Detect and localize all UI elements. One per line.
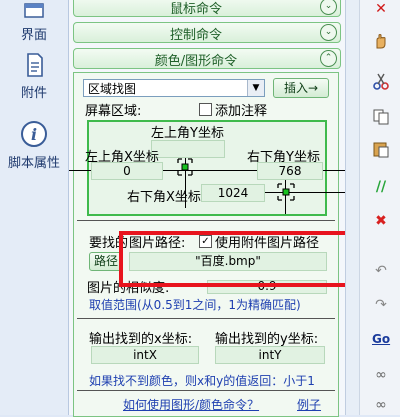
close-red-icon[interactable]: ✕ [372, 0, 390, 18]
sidebar-item-label: 附件 [20, 86, 47, 101]
svg-text:i: i [31, 125, 37, 144]
top-left-y-label: 左上角Y坐标 [151, 126, 224, 141]
sidebar-item-script-properties[interactable]: i 脚本属性 [0, 120, 68, 171]
output-y-input[interactable]: intY [215, 346, 325, 364]
chevron-down-icon[interactable]: ⌄ [320, 24, 337, 41]
command-select[interactable]: 区域找图 ▼ [83, 79, 265, 97]
path-button[interactable]: 路径 [89, 252, 123, 271]
command-panel: 鼠标命令 ⌄ 控制命令 ⌄ 颜色/图形命令 ⌃ 区域找图 ▼ 插入→ 屏幕区域:… [69, 0, 359, 417]
bottom-right-x-label: 右下角X坐标 [127, 190, 201, 205]
category-label: 控制命令 [169, 28, 222, 43]
range-note: 取值范围(从0.5到1之间，1为精确匹配) [89, 298, 301, 312]
divider [77, 220, 335, 221]
green-marker-icon[interactable]: // [372, 178, 390, 196]
sidebar-item-label: 脚本属性 [7, 156, 60, 171]
bottom-right-x-input[interactable]: 1024 [201, 184, 265, 202]
binoculars-icon[interactable]: ∞ [372, 366, 390, 384]
dropdown-arrow-icon[interactable]: ▼ [247, 80, 264, 96]
undo-icon[interactable]: ↶ [372, 262, 390, 280]
bottom-right-y-input[interactable]: 768 [257, 162, 323, 180]
insert-button[interactable]: 插入→ [273, 78, 329, 98]
red-x-icon[interactable]: ✖ [372, 212, 390, 230]
not-found-note: 如果找不到颜色，则x和y的值返回：小于1 [89, 374, 315, 388]
add-comment-label: 添加注释 [215, 104, 268, 119]
category-mouse[interactable]: 鼠标命令 ⌄ [73, 0, 341, 17]
output-x-label: 输出找到的x坐标: [89, 332, 193, 347]
help-link[interactable]: 如何使用图形/颜色命令？ [123, 396, 259, 413]
copy-icon[interactable] [372, 108, 390, 126]
output-y-label: 输出找到的y坐标: [215, 332, 319, 347]
window-icon [24, 3, 44, 18]
chevron-up-icon[interactable]: ⌃ [320, 50, 337, 67]
output-x-input[interactable]: intX [91, 346, 199, 364]
go-icon[interactable]: Go [372, 330, 390, 348]
document-icon [27, 53, 43, 77]
top-left-y-input[interactable] [151, 140, 225, 158]
add-comment-checkbox[interactable] [199, 103, 212, 116]
info-icon: i [21, 121, 47, 147]
screen-region-label: 屏幕区域: [85, 104, 142, 119]
sidebar-item-interface[interactable]: 界面 [0, 0, 68, 43]
highlight-annotation [119, 231, 359, 287]
example-link[interactable]: 例子 [297, 396, 321, 413]
category-color-graphics[interactable]: 颜色/图形命令 ⌃ [73, 48, 341, 69]
chevron-down-icon[interactable]: ⌄ [320, 0, 337, 15]
category-control[interactable]: 控制命令 ⌄ [73, 22, 341, 43]
sidebar-item-label: 界面 [20, 28, 47, 43]
command-select-value: 区域找图 [88, 82, 137, 96]
top-left-x-input[interactable]: 0 [91, 162, 163, 180]
panel-separator [345, 0, 360, 415]
category-label: 鼠标命令 [169, 2, 222, 17]
redo-icon[interactable]: ↷ [372, 296, 390, 314]
category-label: 颜色/图形命令 [154, 54, 238, 69]
binoculars-next-icon[interactable]: ∞ [372, 396, 390, 414]
divider [77, 390, 335, 391]
top-left-crosshair-icon[interactable] [176, 157, 194, 177]
divider [77, 318, 335, 319]
scissors-icon[interactable] [372, 72, 390, 90]
hand-icon[interactable] [372, 32, 390, 50]
sidebar-item-attachment[interactable]: 附件 [0, 52, 68, 101]
right-toolbar: ✕ // ✖ ↶ ↷ Go ∞ ∞ [359, 0, 400, 415]
paste-icon[interactable] [372, 140, 390, 158]
left-sidebar: 界面 附件 i 脚本属性 [0, 0, 69, 415]
bottom-right-crosshair-icon[interactable] [276, 182, 296, 202]
